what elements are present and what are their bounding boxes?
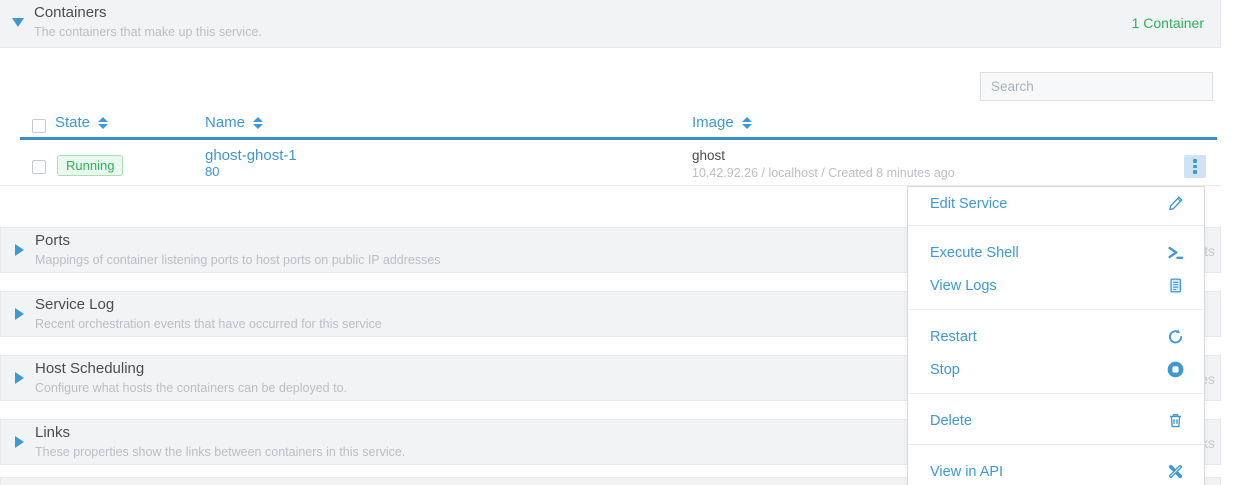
column-header-label: Image [692, 114, 734, 131]
container-count-badge: 1 Container [1132, 15, 1204, 31]
stop-icon [1167, 361, 1184, 378]
section-title: Host Scheduling [35, 360, 144, 377]
menu-item-view-in-api[interactable]: View in API [908, 455, 1204, 485]
search-input[interactable] [980, 72, 1213, 101]
expand-caret-icon[interactable] [15, 244, 24, 256]
section-subtitle: Recent orchestration events that have oc… [35, 317, 382, 331]
menu-item-label: Stop [930, 362, 960, 378]
containers-section-header[interactable]: Containers The containers that make up t… [0, 0, 1221, 48]
container-name-link[interactable]: ghost-ghost-1 [205, 147, 297, 164]
menu-item-edit-service[interactable]: Edit Service [908, 187, 1204, 220]
section-title: Service Log [35, 296, 114, 313]
menu-item-execute-shell[interactable]: Execute Shell [908, 236, 1204, 269]
expand-caret-icon[interactable] [15, 308, 24, 320]
section-subtitle: Configure what hosts the containers can … [35, 381, 347, 395]
trash-icon [1167, 412, 1184, 429]
section-title: Links [35, 424, 70, 441]
collapse-caret-icon[interactable] [12, 18, 24, 27]
row-actions-kebab-button[interactable] [1184, 155, 1206, 178]
terminal-icon [1167, 244, 1184, 261]
container-image: ghost [692, 148, 725, 163]
external-tools-icon [1167, 463, 1184, 480]
section-subtitle: These properties show the links between … [35, 445, 405, 459]
expand-caret-icon[interactable] [15, 436, 24, 448]
table-header-rule [20, 137, 1217, 140]
section-subtitle: Mappings of container listening ports to… [35, 253, 441, 267]
section-title: Ports [35, 232, 70, 249]
sort-icon [98, 117, 108, 129]
select-all-checkbox[interactable] [32, 119, 46, 133]
column-header-label: State [55, 114, 90, 131]
menu-item-view-logs[interactable]: View Logs [908, 269, 1204, 302]
container-port: 80 [205, 164, 219, 179]
restart-icon [1167, 328, 1184, 345]
row-actions-menu: Edit Service Execute Shell View Logs [907, 186, 1205, 485]
menu-item-label: Execute Shell [930, 245, 1019, 261]
menu-item-label: View in API [930, 464, 1003, 480]
sort-icon [253, 117, 263, 129]
container-image-detail: 10.42.92.26 / localhost / Created 8 minu… [692, 166, 955, 180]
pencil-icon [1167, 195, 1184, 212]
menu-item-label: Edit Service [930, 196, 1007, 212]
column-header-state[interactable]: State [55, 114, 108, 131]
menu-item-stop[interactable]: Stop [908, 353, 1204, 386]
menu-item-label: Delete [930, 413, 972, 429]
menu-item-restart[interactable]: Restart [908, 320, 1204, 353]
row-checkbox[interactable] [32, 160, 46, 174]
menu-item-label: Restart [930, 329, 977, 345]
document-icon [1167, 277, 1184, 294]
expand-caret-icon[interactable] [15, 372, 24, 384]
section-subtitle: The containers that make up this service… [34, 25, 262, 39]
column-header-label: Name [205, 114, 245, 131]
status-badge: Running [57, 155, 123, 176]
page: Containers The containers that make up t… [0, 0, 1237, 485]
column-header-name[interactable]: Name [205, 114, 263, 131]
menu-item-delete[interactable]: Delete [908, 404, 1204, 437]
menu-item-label: View Logs [930, 278, 997, 294]
column-header-image[interactable]: Image [692, 114, 752, 131]
section-title: Containers [34, 4, 107, 21]
sort-icon [742, 117, 752, 129]
